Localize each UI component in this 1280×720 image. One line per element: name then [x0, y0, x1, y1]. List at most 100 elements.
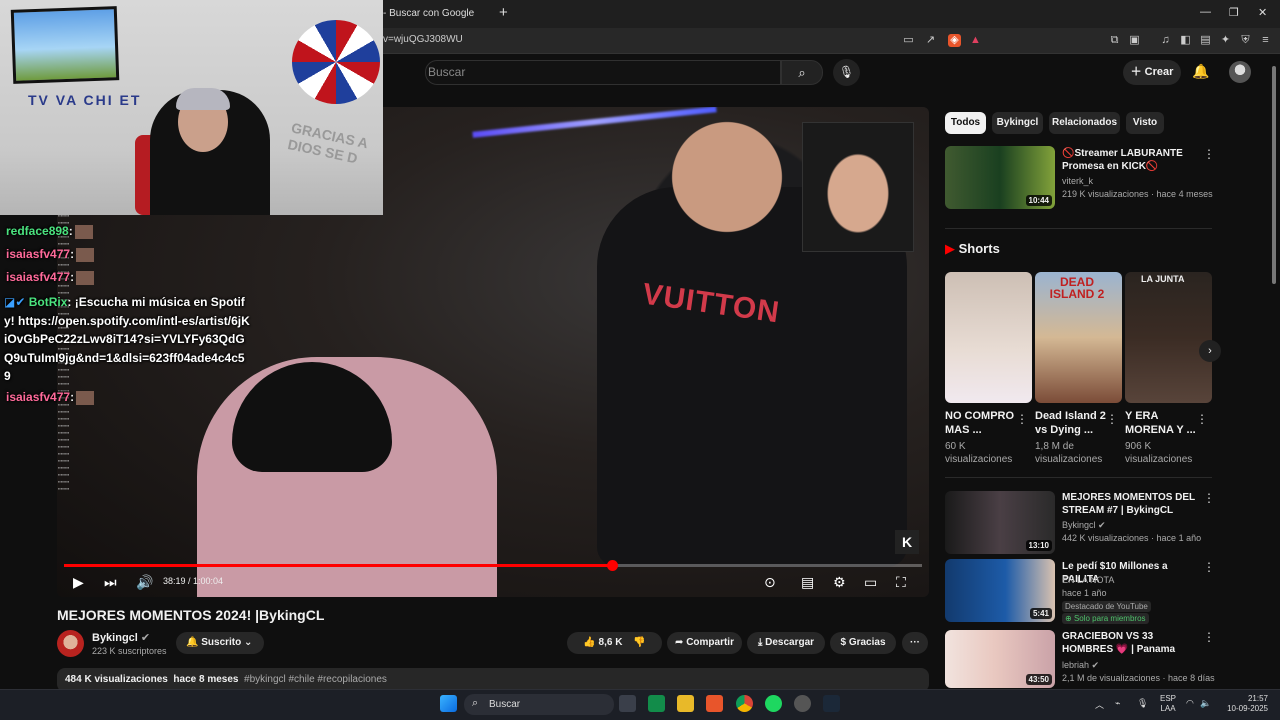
sidebar-icon[interactable]: ◧ [1179, 34, 1192, 47]
file-explorer-icon[interactable] [677, 695, 694, 712]
play-icon[interactable]: ▶ [73, 574, 84, 591]
channel-avatar[interactable] [57, 630, 84, 657]
spotify-icon[interactable] [765, 695, 782, 712]
subtitles-icon[interactable]: ▤ [801, 574, 814, 591]
next-icon[interactable]: ⏭ [104, 574, 117, 591]
menu-icon[interactable]: ≡ [1259, 34, 1272, 47]
autoplay-toggle-icon[interactable]: ⊙ [764, 574, 776, 591]
more-vert-icon[interactable]: ⋮ [1203, 630, 1215, 644]
microphone-tray-icon[interactable]: 🎙 [1137, 698, 1148, 709]
wifi-icon[interactable]: ◠ [1186, 698, 1194, 709]
notifications-bell-icon[interactable]: 🔔 [1192, 63, 1209, 80]
network-icon[interactable]: ⌁ [1115, 698, 1120, 709]
taskbar-search[interactable]: Buscar [464, 694, 614, 715]
short-title[interactable]: NO COMPRO MAS ... [945, 409, 1020, 437]
progress-scrubber[interactable] [606, 560, 618, 571]
music-icon[interactable]: ♫ [1159, 34, 1172, 47]
chat-mini-line: ▪▪▪▪▪▪▪▪ [58, 479, 70, 484]
thanks-label: Gracias [848, 637, 886, 648]
video-channel[interactable]: Bykingcl ✔ [1062, 519, 1106, 531]
url-field[interactable]: v=wjuQGJ308WU [383, 34, 463, 45]
dislike-button[interactable]: 👎 [633, 637, 645, 648]
media-icon[interactable]: ▣ [1128, 34, 1141, 47]
minimize-button[interactable]: — [1200, 6, 1211, 18]
tray-chevron-up-icon[interactable]: ︿ [1095, 698, 1104, 711]
short-title[interactable]: Dead Island 2 vs Dying ... [1035, 409, 1110, 437]
theater-mode-icon[interactable]: ▭ [864, 574, 877, 591]
settings-gear-icon[interactable]: ⚙ [833, 574, 846, 591]
brave-shield-icon[interactable]: ◈ [948, 34, 961, 47]
vpn-icon[interactable]: ⛨ [1239, 34, 1252, 47]
thanks-button[interactable]: $ Gracias [830, 632, 896, 654]
video-title-link[interactable]: GRACIEBON VS 33 HOMBRES 💗 | Panama [1062, 630, 1197, 656]
more-vert-icon[interactable]: ⋮ [1196, 412, 1208, 426]
short-thumbnail[interactable]: DEAD ISLAND 2 [1035, 272, 1122, 403]
steam-icon[interactable] [823, 695, 840, 712]
windows-start-icon[interactable] [440, 695, 457, 712]
download-button[interactable]: ⤓ Descargar [747, 632, 825, 654]
browser-tab[interactable]: - Buscar con Google [383, 4, 493, 24]
progress-bar[interactable] [64, 560, 922, 571]
shorts-logo-icon: ▶ [945, 241, 955, 256]
duration-badge: 10:44 [1025, 195, 1052, 206]
more-actions-button[interactable]: ··· [902, 632, 928, 654]
video-title-link[interactable]: MEJORES MOMENTOS DEL STREAM #7 | BykingC… [1062, 491, 1197, 517]
search-input[interactable]: Buscar [425, 60, 781, 85]
video-channel[interactable]: viterk_k [1062, 175, 1093, 187]
more-vert-icon[interactable]: ⋮ [1203, 560, 1215, 574]
like-button[interactable]: 👍 8,6 K [583, 637, 622, 648]
create-label: Crear [1144, 66, 1174, 78]
hashtags[interactable]: #bykingcl #chile #recopilaciones [244, 674, 387, 685]
video-thumbnail[interactable]: 13:10 [945, 491, 1055, 554]
whatsapp-icon[interactable] [648, 695, 665, 712]
subscribed-button[interactable]: 🔔 Suscrito ⌄ [176, 632, 264, 654]
short-title[interactable]: Y ERA MORENA Y ... [1125, 409, 1200, 437]
create-button[interactable]: ＋ Crear [1123, 60, 1181, 85]
share-page-icon[interactable]: ↗ [924, 34, 937, 47]
brave-browser-icon[interactable] [706, 695, 723, 712]
close-window-button[interactable]: ✕ [1258, 6, 1267, 19]
video-thumbnail[interactable]: 10:44 [945, 146, 1055, 209]
more-vert-icon[interactable]: ⋮ [1016, 412, 1028, 426]
volume-icon[interactable]: 🔊 [136, 574, 153, 591]
new-tab-button[interactable]: + [499, 4, 508, 22]
search-button[interactable]: ⌕ [781, 60, 823, 85]
more-vert-icon[interactable]: ⋮ [1203, 491, 1215, 505]
video-thumbnail[interactable]: 43:50 [945, 630, 1055, 688]
shorts-next-chevron-icon[interactable]: › [1199, 340, 1221, 362]
more-vert-icon[interactable]: ⋮ [1203, 147, 1215, 161]
channel-watermark[interactable]: K [895, 530, 919, 554]
video-person-head [657, 107, 797, 247]
share-button[interactable]: ➦ Compartir [667, 632, 742, 654]
short-thumbnail[interactable] [945, 272, 1032, 403]
fullscreen-icon[interactable]: ⛶ [896, 574, 906, 591]
account-avatar[interactable] [1229, 61, 1251, 83]
duration-badge: 43:50 [1025, 674, 1052, 685]
task-view-icon[interactable] [619, 695, 636, 712]
voice-search-button[interactable]: 🎙 [833, 59, 860, 86]
obs-icon[interactable] [794, 695, 811, 712]
more-vert-icon[interactable]: ⋮ [1106, 412, 1118, 426]
speaker-icon[interactable]: 🔈 [1200, 698, 1211, 709]
chrome-icon[interactable] [736, 695, 753, 712]
wallet-icon[interactable]: ▤ [1199, 34, 1212, 47]
cast-icon[interactable]: ▭ [902, 34, 915, 47]
chip-related[interactable]: Relacionados [1049, 112, 1120, 134]
taskbar-clock[interactable]: 21:57 10-09-2025 [1222, 694, 1268, 714]
maximize-button[interactable]: ❐ [1229, 6, 1239, 19]
chip-bykingcl[interactable]: Bykingcl [992, 112, 1043, 134]
chip-all[interactable]: Todos [945, 112, 986, 134]
channel-name[interactable]: Bykingcl ✔ [92, 631, 150, 644]
brave-rewards-icon[interactable]: ▲ [969, 34, 982, 47]
video-thumbnail[interactable]: 5:41 [945, 559, 1055, 622]
language-indicator[interactable]: ESP LAA [1160, 694, 1176, 714]
chat-emote-icon [76, 247, 95, 262]
leo-ai-icon[interactable]: ✦ [1219, 34, 1232, 47]
chip-watched[interactable]: Visto [1126, 112, 1164, 134]
video-channel[interactable]: EN LA NOTA [1062, 574, 1114, 586]
short-thumbnail[interactable]: LA JUNTA [1125, 272, 1212, 403]
video-channel[interactable]: lebriah ✔ [1062, 659, 1099, 671]
scrollbar-thumb[interactable] [1272, 66, 1276, 284]
video-title-link[interactable]: 🚫Streamer LABURANTE Promesa en KICK🚫 [1062, 147, 1197, 173]
extensions-icon[interactable]: ⧉ [1108, 34, 1121, 47]
